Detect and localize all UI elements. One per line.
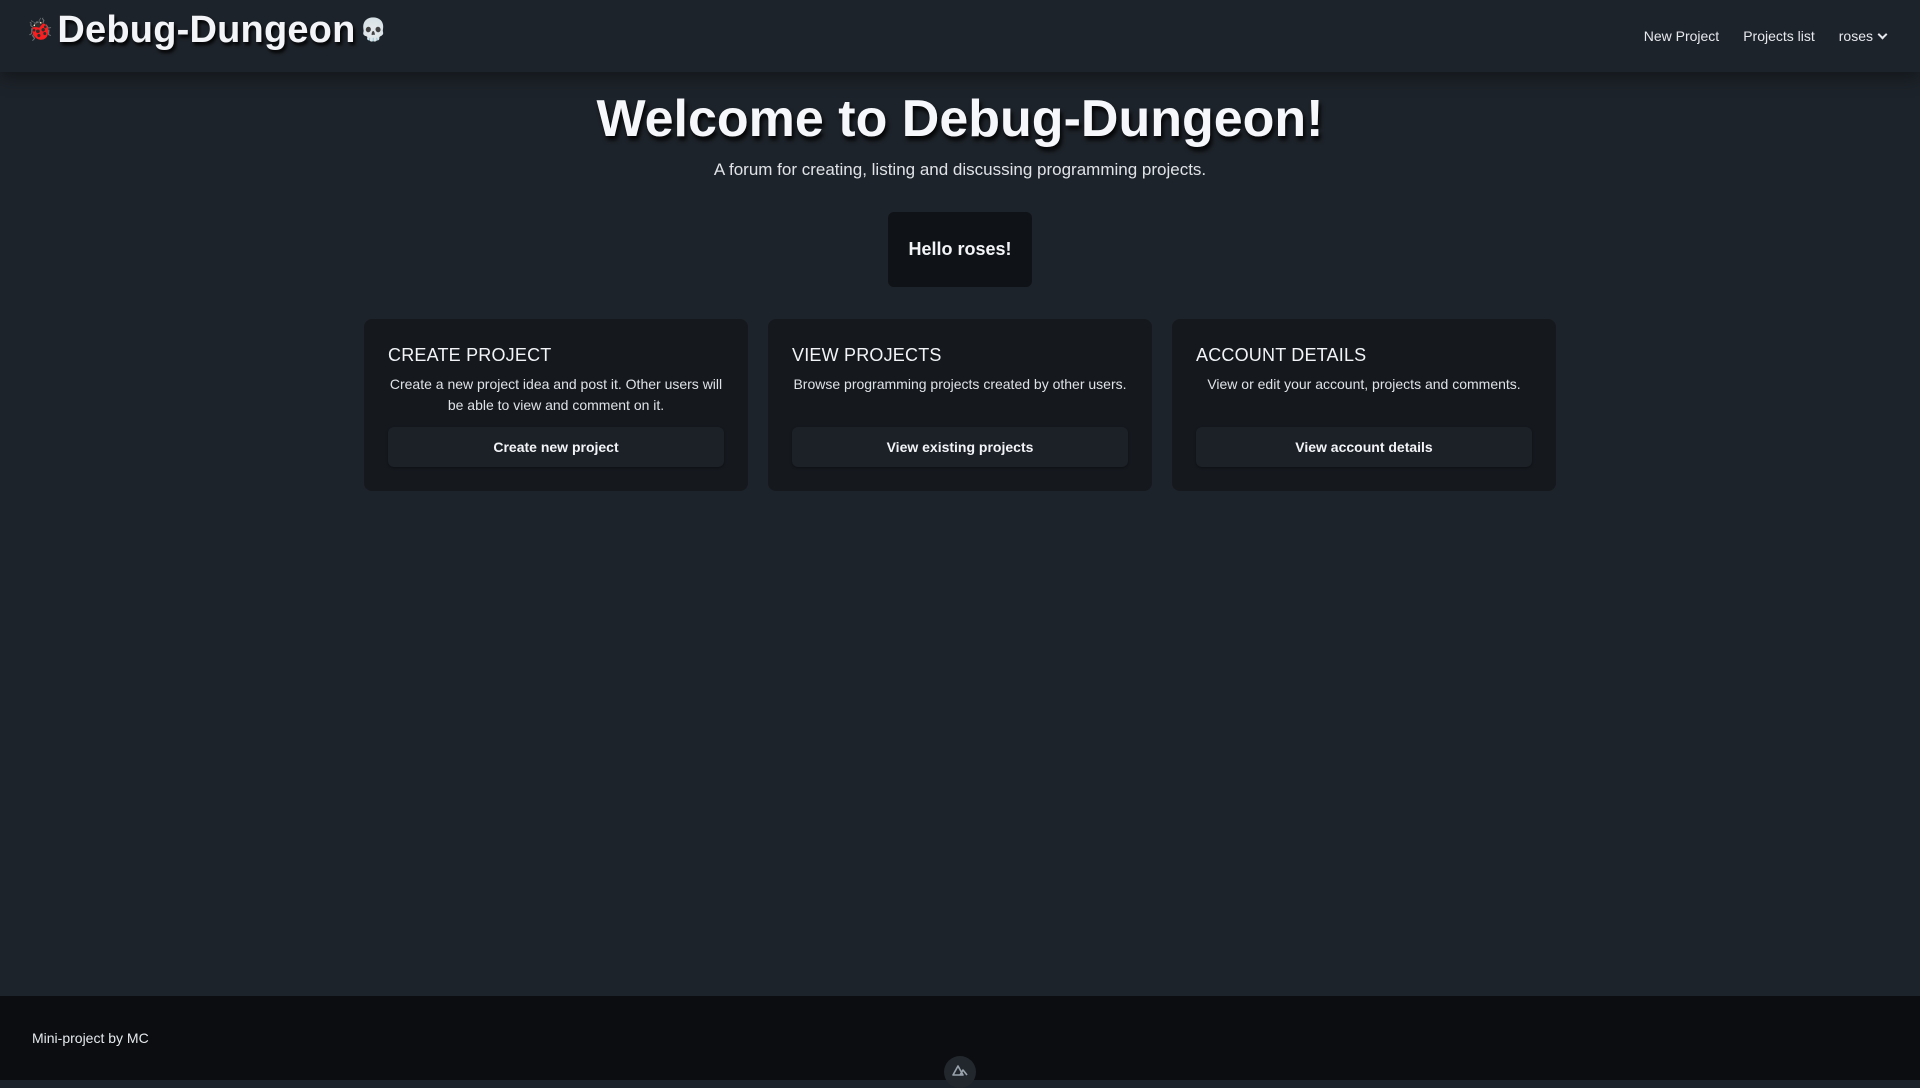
action-cards: CREATE PROJECT Create a new project idea…	[364, 319, 1556, 491]
user-menu-dropdown[interactable]: roses	[1838, 28, 1888, 44]
create-new-project-button[interactable]: Create new project	[388, 427, 724, 467]
skull-icon: 💀	[359, 17, 387, 42]
mountain-logo-icon	[952, 1065, 968, 1076]
card-description: View or edit your account, projects and …	[1207, 376, 1521, 392]
brand-logo[interactable]: 🐞 Debug-Dungeon 💀	[26, 9, 387, 52]
page-title: Welcome to Debug-Dungeon!	[596, 90, 1324, 148]
brand-name[interactable]: Debug-Dungeon	[57, 9, 355, 52]
page-subtitle: A forum for creating, listing and discus…	[713, 160, 1207, 179]
bug-icon: 🐞	[26, 17, 54, 42]
top-navbar: 🐞 Debug-Dungeon 💀 New Project Projects l…	[0, 0, 1920, 72]
nav-links: New Project Projects list roses	[1644, 28, 1888, 44]
card-title: ACCOUNT DETAILS	[1196, 345, 1367, 365]
user-menu-label: roses	[1838, 28, 1873, 44]
create-project-card: CREATE PROJECT Create a new project idea…	[364, 319, 748, 491]
page-footer: Mini-project by MC	[0, 996, 1920, 1088]
nav-new-project-link[interactable]: New Project	[1644, 28, 1719, 44]
card-description: Browse programming projects created by o…	[793, 376, 1127, 392]
nuxt-devtools-icon[interactable]	[944, 1056, 976, 1088]
view-projects-card: VIEW PROJECTS Browse programming project…	[768, 319, 1152, 491]
card-title: CREATE PROJECT	[388, 345, 552, 365]
hero-section: Welcome to Debug-Dungeon! A forum for cr…	[0, 88, 1920, 180]
greeting-text: Hello roses!	[908, 239, 1012, 259]
footer-credit: Mini-project by MC	[32, 1030, 149, 1046]
chevron-down-icon	[1877, 29, 1888, 39]
view-account-details-button[interactable]: View account details	[1196, 427, 1532, 467]
card-title: VIEW PROJECTS	[792, 345, 942, 365]
greeting-box: Hello roses!	[888, 212, 1032, 287]
card-description: Create a new project idea and post it. O…	[389, 376, 723, 413]
view-existing-projects-button[interactable]: View existing projects	[792, 427, 1128, 467]
account-details-card: ACCOUNT DETAILS View or edit your accoun…	[1172, 319, 1556, 491]
nav-projects-list-link[interactable]: Projects list	[1743, 28, 1815, 44]
